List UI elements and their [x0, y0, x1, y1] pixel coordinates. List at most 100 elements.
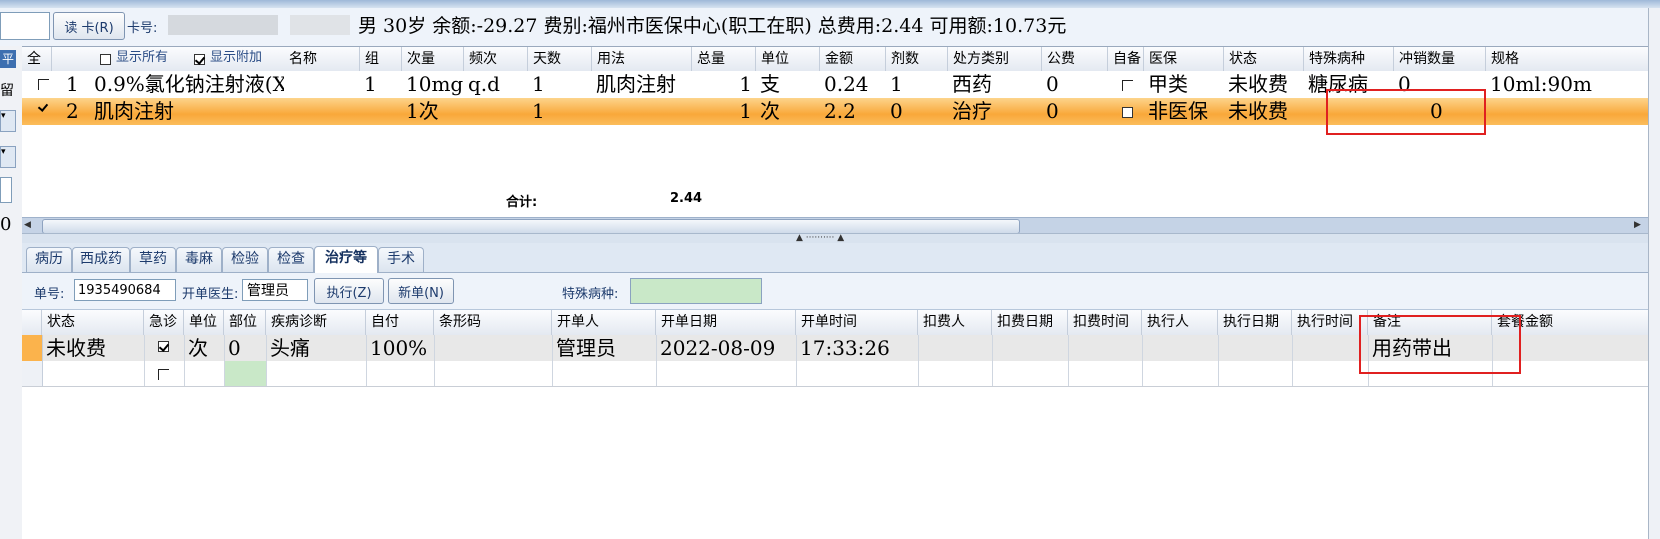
- public-fee: 0: [1046, 99, 1059, 123]
- col-frequency[interactable]: 频次: [464, 47, 528, 71]
- col-issuer[interactable]: 开单人: [552, 310, 656, 335]
- chevron-down-icon[interactable]: ▾: [0, 110, 16, 132]
- col-days[interactable]: 天数: [528, 47, 592, 71]
- col-exec-time[interactable]: 执行时间: [1292, 310, 1368, 335]
- row-select-checkbox[interactable]: [38, 102, 49, 113]
- col-self[interactable]: 自备: [1108, 47, 1144, 71]
- col-diagnosis[interactable]: 疾病诊断: [266, 310, 366, 335]
- col-unit[interactable]: 单位: [184, 310, 224, 335]
- amount: 0.24: [824, 72, 869, 96]
- doctor-field[interactable]: 管理员: [242, 279, 308, 301]
- order-no-field[interactable]: 1935490684: [74, 279, 176, 301]
- sum-label: 合计:: [506, 195, 538, 210]
- show-all-checkbox[interactable]: [100, 54, 111, 65]
- site-field[interactable]: [224, 361, 266, 386]
- diagnosis[interactable]: 头痛: [266, 335, 366, 361]
- urgent-checkbox[interactable]: [158, 369, 169, 380]
- col-charge-date[interactable]: 扣费日期: [992, 310, 1068, 335]
- splitter-grip-icon[interactable]: ▲ ·········· ▲: [796, 234, 844, 243]
- tab-herbal[interactable]: 草药: [130, 247, 176, 272]
- total-qty[interactable]: 1: [692, 71, 752, 98]
- new-order-button[interactable]: 新单(N): [388, 278, 454, 304]
- left-strip-label-2: 留: [0, 83, 14, 99]
- self-provided-checkbox[interactable]: [1122, 80, 1133, 91]
- drug-name[interactable]: 肌肉注射: [90, 98, 284, 125]
- row-number: 2: [66, 99, 79, 123]
- tab-narcotic[interactable]: 毒麻: [176, 247, 222, 272]
- left-input[interactable]: [0, 177, 12, 203]
- col-site[interactable]: 部位: [224, 310, 266, 335]
- days[interactable]: 1: [528, 71, 592, 98]
- scrollbar-thumb[interactable]: [42, 219, 1020, 234]
- tab-surgery[interactable]: 手术: [378, 247, 424, 272]
- search-input[interactable]: [0, 12, 50, 40]
- col-group[interactable]: 组: [360, 47, 402, 71]
- col-status[interactable]: 状态: [1224, 47, 1304, 71]
- site[interactable]: 0: [224, 335, 266, 361]
- urgent-checkbox[interactable]: [158, 341, 169, 352]
- order-bar: 单号: 1935490684 开单医生: 管理员 执行(Z) 新单(N) 特殊病…: [22, 273, 1648, 310]
- days[interactable]: 1: [528, 98, 592, 125]
- col-charge-time[interactable]: 扣费时间: [1068, 310, 1142, 335]
- doses[interactable]: 1: [886, 71, 948, 98]
- col-public[interactable]: 公费: [1042, 47, 1108, 71]
- self-provided-checkbox[interactable]: [1122, 107, 1133, 118]
- chevron-down-icon[interactable]: ▾: [0, 146, 16, 168]
- horizontal-scrollbar[interactable]: ◀ ▶: [22, 217, 1648, 234]
- col-selfpay[interactable]: 自付: [366, 310, 434, 335]
- total-qty[interactable]: 1: [692, 98, 752, 125]
- tab-bar: 病历 西成药 草药 毒麻 检验 检查 治疗等 手术: [22, 243, 1648, 273]
- tab-lab-test[interactable]: 检验: [222, 247, 268, 272]
- tab-medical-record[interactable]: 病历: [26, 247, 72, 272]
- col-reversal-qty[interactable]: 冲销数量: [1394, 47, 1486, 71]
- col-unit[interactable]: 单位: [756, 47, 820, 71]
- tab-examination[interactable]: 检查: [268, 247, 314, 272]
- col-spec[interactable]: 规格: [1486, 47, 1648, 71]
- col-executor[interactable]: 执行人: [1142, 310, 1218, 335]
- masked-card-number: [168, 15, 278, 35]
- unit[interactable]: 支: [756, 71, 820, 98]
- unit[interactable]: 次: [756, 98, 820, 125]
- col-all[interactable]: 全: [22, 47, 52, 71]
- row-number: 1: [66, 72, 79, 96]
- special-disease-field[interactable]: [630, 278, 762, 304]
- doses[interactable]: 0: [886, 98, 948, 125]
- tab-western-medicine[interactable]: 西成药: [72, 247, 130, 272]
- col-usage[interactable]: 用法: [592, 47, 692, 71]
- row-select-checkbox[interactable]: [38, 79, 49, 90]
- dose[interactable]: 1次: [402, 98, 464, 125]
- col-exec-date[interactable]: 执行日期: [1218, 310, 1292, 335]
- unit[interactable]: 次: [184, 335, 224, 361]
- col-urgent[interactable]: 急诊: [144, 310, 184, 335]
- col-amount[interactable]: 金额: [820, 47, 886, 71]
- drug-name[interactable]: 0.9%氯化钠注射液(X): [90, 71, 284, 98]
- scroll-left-icon[interactable]: ◀: [24, 220, 36, 232]
- col-dose[interactable]: 次量: [402, 47, 464, 71]
- col-total[interactable]: 总量: [692, 47, 756, 71]
- col-order-time[interactable]: 开单时间: [796, 310, 918, 335]
- col-order-date[interactable]: 开单日期: [656, 310, 796, 335]
- public-fee: 0: [1046, 72, 1059, 96]
- tab-treatment[interactable]: 治疗等: [314, 246, 378, 273]
- col-barcode[interactable]: 条形码: [434, 310, 552, 335]
- scroll-right-icon[interactable]: ▶: [1634, 220, 1646, 232]
- insurance-type: 非医保: [1148, 99, 1208, 123]
- execute-button[interactable]: 执行(Z): [314, 278, 384, 304]
- col-name[interactable]: 名称: [284, 47, 360, 71]
- status: 未收费: [1228, 72, 1288, 96]
- row-marker[interactable]: [22, 361, 43, 386]
- col-charger[interactable]: 扣费人: [918, 310, 992, 335]
- row-marker[interactable]: [22, 335, 43, 361]
- show-extra-checkbox[interactable]: [194, 54, 205, 65]
- dose[interactable]: 10mg: [402, 71, 464, 98]
- col-doses[interactable]: 剂数: [886, 47, 948, 71]
- col-special-disease[interactable]: 特殊病种: [1304, 47, 1394, 71]
- frequency[interactable]: q.d: [464, 71, 528, 98]
- col-category[interactable]: 处方类别: [948, 47, 1042, 71]
- group[interactable]: 1: [360, 71, 402, 98]
- col-insurance[interactable]: 医保: [1144, 47, 1224, 71]
- read-card-button[interactable]: 读 卡(R): [53, 12, 125, 40]
- amount: 2.2: [824, 99, 856, 123]
- usage[interactable]: 肌肉注射: [592, 71, 692, 98]
- col-status[interactable]: 状态: [42, 310, 144, 335]
